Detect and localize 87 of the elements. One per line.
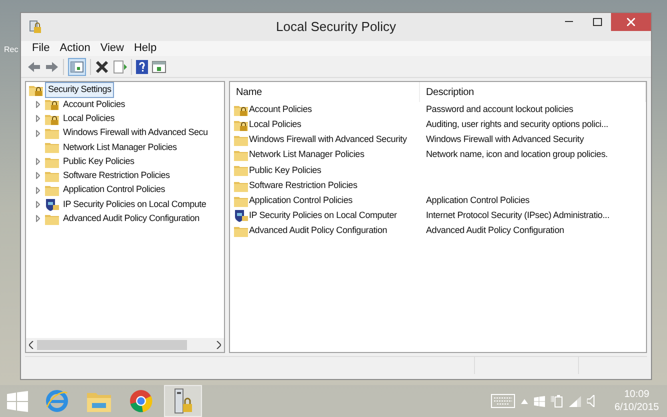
- folder-icon: [45, 184, 59, 196]
- battery-icon[interactable]: [550, 394, 562, 408]
- menu-item[interactable]: Action: [56, 40, 94, 57]
- signal-icon[interactable]: [568, 396, 580, 406]
- close-button[interactable]: [611, 13, 651, 31]
- folder-icon: [45, 170, 59, 182]
- list-item-name[interactable]: Application Control Policies: [249, 194, 352, 208]
- maximize-icon: [592, 18, 602, 26]
- help-icon[interactable]: [136, 60, 148, 74]
- expand-arrow-icon[interactable]: [36, 201, 40, 208]
- description-cell: Auditing, user rights and security options polici...: [426, 119, 608, 130]
- description-cell: Internet Protocol Security (IPsec) Administratio...: [426, 210, 610, 220]
- tree-item[interactable]: Application Control Policies: [62, 183, 166, 197]
- export-icon[interactable]: [113, 60, 127, 74]
- tree-item[interactable]: Public Key Policies: [62, 154, 136, 168]
- folder-icon: [234, 149, 248, 162]
- folder-icon: [45, 127, 59, 140]
- menu-item[interactable]: View: [97, 40, 127, 57]
- volume-icon[interactable]: [586, 395, 594, 407]
- tree-item[interactable]: Advanced Audit Policy Configuration: [62, 212, 200, 226]
- expand-arrow-icon[interactable]: [36, 100, 40, 108]
- locked-folder-icon: [45, 112, 59, 125]
- locked-folder-icon: [234, 104, 248, 116]
- description-cell: Application Control Policies: [426, 194, 530, 205]
- tree-item[interactable]: Local Policies: [62, 112, 116, 126]
- folder-icon[interactable]: [87, 390, 111, 412]
- expand-arrow-icon[interactable]: [36, 115, 40, 122]
- padlock-icon: [29, 20, 41, 34]
- expand-arrow-icon[interactable]: [36, 215, 40, 222]
- list-item-name[interactable]: Advanced Audit Policy Configuration: [249, 224, 388, 238]
- list-item-name[interactable]: Network List Manager Policies: [249, 148, 364, 162]
- shield-icon: [45, 198, 59, 212]
- list-item-name[interactable]: Local Policies: [249, 118, 302, 132]
- delete-icon[interactable]: [95, 60, 109, 74]
- folder-icon: [234, 180, 248, 192]
- list-item-name[interactable]: Public Key Policies: [249, 164, 322, 178]
- back-icon[interactable]: [27, 60, 41, 72]
- description-cell: Password and account lockout policies: [426, 104, 574, 114]
- tree-item[interactable]: Security Settings: [45, 82, 114, 98]
- description-cell: Advanced Audit Policy Configuration: [426, 225, 564, 236]
- tree-item[interactable]: Software Restriction Policies: [62, 169, 171, 183]
- expand-arrow-icon[interactable]: [36, 130, 40, 137]
- locked-folder-icon: [29, 84, 43, 96]
- close-icon: [627, 18, 635, 26]
- start-icon[interactable]: [7, 390, 28, 412]
- folder-icon: [45, 156, 59, 168]
- menu-item[interactable]: File: [29, 40, 53, 57]
- list-item-name[interactable]: Software Restriction Policies: [249, 178, 358, 192]
- scroll-right-icon[interactable]: [216, 341, 221, 349]
- flag-icon[interactable]: [534, 396, 544, 406]
- expand-arrow-icon[interactable]: [36, 186, 40, 194]
- list-item-name[interactable]: Windows Firewall with Advanced Security: [249, 133, 407, 147]
- folder-icon: [45, 141, 59, 154]
- console-tree-icon[interactable]: [68, 58, 86, 76]
- column-header[interactable]: Description: [420, 82, 646, 102]
- properties-icon[interactable]: [152, 60, 166, 74]
- tree-item[interactable]: Network List Manager Policies: [62, 140, 178, 154]
- list-item-name[interactable]: Account Policies: [249, 102, 312, 116]
- locked-folder-icon: [45, 98, 59, 110]
- column-header[interactable]: Name: [230, 82, 420, 102]
- scroll-left-icon[interactable]: [29, 341, 34, 349]
- shield-icon: [234, 209, 248, 222]
- folder-icon: [234, 134, 248, 146]
- description-cell: Windows Firewall with Advanced Security: [426, 134, 584, 144]
- caret-up-icon[interactable]: [520, 398, 528, 404]
- tree-item[interactable]: Account Policies: [62, 98, 126, 112]
- window-title: Local Security Policy: [276, 18, 396, 36]
- expand-arrow-icon[interactable]: [36, 172, 40, 180]
- menu-item[interactable]: Help: [130, 40, 160, 57]
- horizontal-scrollbar[interactable]: [26, 338, 224, 352]
- folder-icon: [234, 164, 248, 176]
- folder-icon: [234, 194, 248, 207]
- folder-icon: [45, 212, 59, 225]
- locked-folder-icon: [234, 118, 248, 131]
- scrollbar-thumb[interactable]: [37, 340, 187, 350]
- keyboard-icon[interactable]: [490, 394, 514, 408]
- tree-item[interactable]: IP Security Policies on Local Compute: [62, 198, 208, 212]
- forward-icon[interactable]: [45, 60, 59, 72]
- chrome-icon[interactable]: [129, 389, 153, 413]
- expand-arrow-icon[interactable]: [36, 158, 40, 166]
- list-item-name[interactable]: IP Security Policies on Local Computer: [249, 209, 397, 223]
- minimize-icon: [565, 21, 573, 23]
- browser-icon[interactable]: [45, 389, 69, 413]
- description-cell: Network name, icon and location group policies.: [426, 149, 608, 160]
- taskbar-button[interactable]: [164, 385, 202, 417]
- tree-item[interactable]: Windows Firewall with Advanced Secu: [62, 126, 209, 140]
- folder-icon: [234, 225, 248, 238]
